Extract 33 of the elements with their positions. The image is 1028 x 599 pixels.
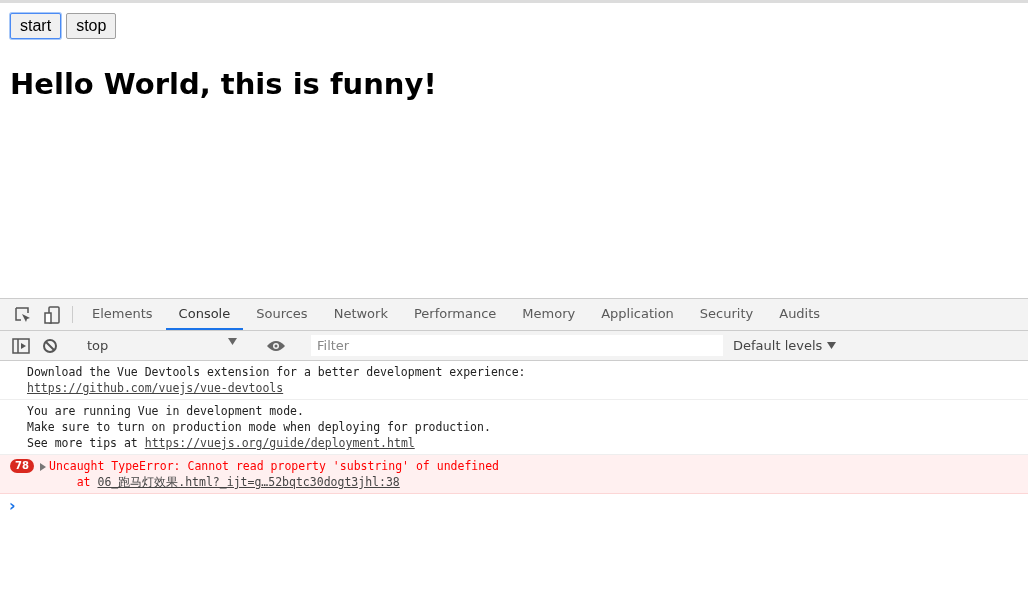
log-message: Download the Vue Devtools extension for a better development experience:: [27, 365, 526, 379]
error-message: Uncaught TypeError: Cannot read property 'substring' of undefined: [49, 459, 500, 473]
error-count-badge: 78: [10, 459, 34, 473]
page-button[interactable]: stop: [66, 13, 117, 39]
eye-icon[interactable]: [266, 338, 286, 353]
log-message: Make sure to turn on production mode when deploying for production.: [27, 420, 491, 434]
source-link[interactable]: https://github.com/vuejs/vue-devtools: [27, 381, 284, 395]
sidebar-toggle-icon[interactable]: [12, 337, 30, 354]
filter-field[interactable]: Filter: [311, 335, 723, 356]
device-icon[interactable]: [44, 305, 60, 324]
expand-triangle-icon[interactable]: [40, 463, 46, 471]
context-select[interactable]: top: [77, 338, 247, 353]
devtools-tab[interactable]: Application: [588, 299, 687, 330]
source-link[interactable]: https://vuejs.org/guide/deployment.html: [144, 436, 415, 450]
page-heading: Hello World, this is funny!: [10, 67, 438, 101]
devtools-tab[interactable]: Audits: [766, 299, 834, 330]
dropdown-caret-icon: [827, 342, 837, 349]
devtools-tab[interactable]: Elements: [79, 299, 166, 330]
levels-dropdown[interactable]: Default levels: [733, 338, 823, 353]
inspect-icon[interactable]: [14, 305, 32, 324]
page-button[interactable]: start: [10, 13, 62, 39]
devtools-tab[interactable]: Sources: [243, 299, 321, 330]
devtools-tab[interactable]: Network: [320, 299, 401, 330]
devtools-tab[interactable]: Security: [686, 299, 767, 330]
devtools-tab[interactable]: Memory: [509, 299, 589, 330]
console-prompt[interactable]: ›: [0, 494, 1028, 515]
devtools-tab[interactable]: Performance: [400, 299, 510, 330]
clear-icon[interactable]: [42, 337, 58, 354]
error-message: at: [75, 475, 92, 489]
source-link[interactable]: 06_跑马灯效果.html?_ijt=g…52bqtc30dogt3jhl:38: [97, 475, 400, 489]
log-message: See more tips at: [27, 436, 139, 450]
dropdown-caret-icon: [228, 338, 237, 345]
log-message: You are running Vue in development mode.: [27, 404, 304, 418]
